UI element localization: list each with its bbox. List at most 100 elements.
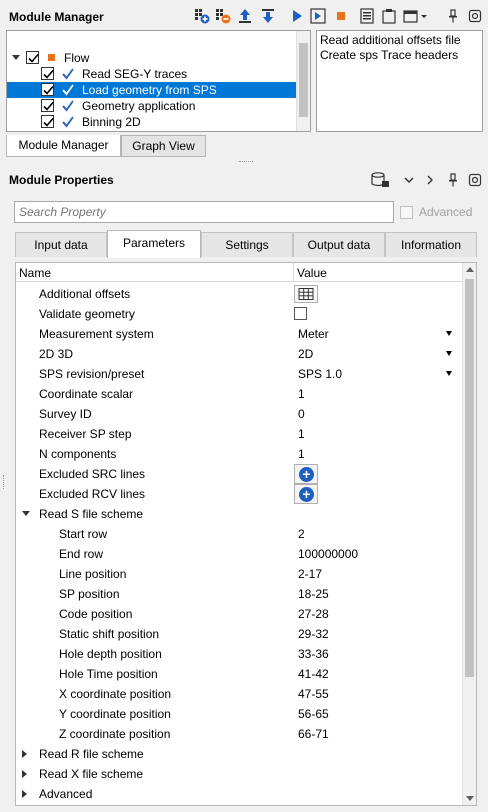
tab-module-manager[interactable]: Module Manager [6,135,121,157]
list-icon[interactable] [359,8,375,24]
property-row-advanced[interactable]: Advanced [16,784,464,804]
tree-item-load-geometry[interactable]: Load geometry from SPS [7,82,297,98]
expand-arrow-icon[interactable] [12,55,20,60]
property-value[interactable]: 2 [298,524,305,544]
add-lines-button[interactable]: + [294,484,318,504]
property-value[interactable]: 29-32 [298,624,329,644]
property-value[interactable]: 2-17 [298,564,322,584]
property-value[interactable]: 1 [298,444,305,464]
property-row-excluded-src-lines[interactable]: Excluded SRC lines + [16,464,464,484]
column-separator[interactable] [293,263,294,282]
property-value[interactable]: 0 [298,404,305,424]
property-value[interactable]: 56-65 [298,704,329,724]
expand-down-icon[interactable] [22,511,30,516]
property-row-n-components[interactable]: N components 1 [16,444,464,464]
expand-right-icon[interactable] [22,750,27,758]
property-row-code-position[interactable]: Code position 27-28 [16,604,464,624]
module-checkbox[interactable] [41,99,54,112]
advanced-checkbox[interactable] [400,206,413,219]
property-row-coordinate-scalar[interactable]: Coordinate scalar 1 [16,384,464,404]
property-select[interactable]: 2D [298,344,313,364]
chevron-right-icon[interactable] [422,172,438,188]
grid-scrollbar-thumb[interactable] [465,279,474,677]
property-row-read-r-file-scheme[interactable]: Read R file scheme [16,744,464,764]
property-value[interactable]: 33-36 [298,644,329,664]
move-up-icon[interactable] [237,8,253,24]
property-row-additional-offsets[interactable]: Additional offsets [16,284,464,304]
flow-checkbox[interactable] [26,51,39,64]
table-editor-button[interactable] [294,285,318,303]
remove-module-icon[interactable] [215,8,231,24]
tree-item-flow[interactable]: Flow [7,50,297,66]
dropdown-arrow-icon[interactable] [446,331,452,336]
property-row-sps-revision-preset[interactable]: SPS revision/preset SPS 1.0 [16,364,464,384]
module-checkbox[interactable] [41,115,54,128]
property-row-static-shift-position[interactable]: Static shift position 29-32 [16,624,464,644]
property-row-x-coordinate-position[interactable]: X coordinate position 47-55 [16,684,464,704]
database-lock-icon[interactable] [371,172,391,188]
close-icon[interactable] [467,8,483,24]
property-row-read-s-file-scheme[interactable]: Read S file scheme [16,504,464,524]
property-row-hole-depth-position[interactable]: Hole depth position 33-36 [16,644,464,664]
side-splitter-grip[interactable] [3,475,5,489]
column-header-value[interactable]: Value [297,266,327,280]
tab-input-data[interactable]: Input data [15,232,107,257]
property-row-hole-time-position[interactable]: Hole Time position 41-42 [16,664,464,684]
search-property-input[interactable] [14,201,394,223]
property-value[interactable]: 1 [298,424,305,444]
property-row-validate-geometry[interactable]: Validate geometry [16,304,464,324]
splitter-grip[interactable] [239,161,253,164]
property-value[interactable]: 66-71 [298,724,329,744]
property-row-survey-id[interactable]: Survey ID 0 [16,404,464,424]
property-row-read-x-file-scheme[interactable]: Read X file scheme [16,764,464,784]
property-value[interactable]: 47-55 [298,684,329,704]
close-icon[interactable] [467,172,483,188]
scroll-down-arrow-icon[interactable] [466,796,474,801]
property-row-y-coordinate-position[interactable]: Y coordinate position 56-65 [16,704,464,724]
module-checkbox[interactable] [41,83,54,96]
tree-item-binning-2d[interactable]: Binning 2D [7,114,297,130]
tab-graph-view[interactable]: Graph View [121,135,206,157]
property-select[interactable]: Meter [298,324,329,344]
tab-information[interactable]: Information [385,232,477,257]
property-row-sp-position[interactable]: SP position 18-25 [16,584,464,604]
add-lines-button[interactable]: + [294,464,318,484]
property-row-2d-3d[interactable]: 2D 3D 2D [16,344,464,364]
expand-right-icon[interactable] [22,790,27,798]
property-select[interactable]: SPS 1.0 [298,364,342,384]
run-icon[interactable] [289,8,305,24]
column-header-name[interactable]: Name [19,266,51,280]
property-row-measurement-system[interactable]: Measurement system Meter [16,324,464,344]
property-row-start-row[interactable]: Start row 2 [16,524,464,544]
property-row-excluded-rcv-lines[interactable]: Excluded RCV lines + [16,484,464,504]
expand-right-icon[interactable] [22,770,27,778]
tree-item-read-segy[interactable]: Read SEG-Y traces [7,66,297,82]
clipboard-icon[interactable] [381,8,397,24]
property-value[interactable]: 18-25 [298,584,329,604]
tree-item-geometry-application[interactable]: Geometry application [7,98,297,114]
property-value[interactable]: 100000000 [298,544,358,564]
property-row-line-position[interactable]: Line position 2-17 [16,564,464,584]
grid-scrollbar[interactable] [462,263,476,805]
property-grid[interactable]: Name Value Additional offsets Validate ge… [15,262,477,806]
tree-scrollbar[interactable] [296,31,310,131]
property-value[interactable]: 41-42 [298,664,329,684]
module-checkbox[interactable] [41,67,54,80]
tab-output-data[interactable]: Output data [293,232,385,257]
dropdown-arrow-icon[interactable] [446,371,452,376]
run-step-icon[interactable] [310,8,326,24]
add-module-icon[interactable] [194,8,210,24]
tab-parameters[interactable]: Parameters [107,230,201,258]
scroll-up-arrow-icon[interactable] [466,267,474,272]
pin-icon[interactable] [445,8,461,24]
move-down-icon[interactable] [260,8,276,24]
chevron-down-icon[interactable] [401,172,417,188]
tree-scrollbar-thumb[interactable] [299,43,308,117]
tab-settings[interactable]: Settings [201,232,293,257]
property-row-z-coordinate-position[interactable]: Z coordinate position 66-71 [16,724,464,744]
property-row-end-row[interactable]: End row 100000000 [16,544,464,564]
property-row-receiver-sp-step[interactable]: Receiver SP step 1 [16,424,464,444]
validate-geometry-checkbox[interactable] [294,307,307,320]
module-tree[interactable]: Flow Read SEG-Y traces Load geometry fro… [6,30,311,132]
stop-icon[interactable] [333,8,349,24]
